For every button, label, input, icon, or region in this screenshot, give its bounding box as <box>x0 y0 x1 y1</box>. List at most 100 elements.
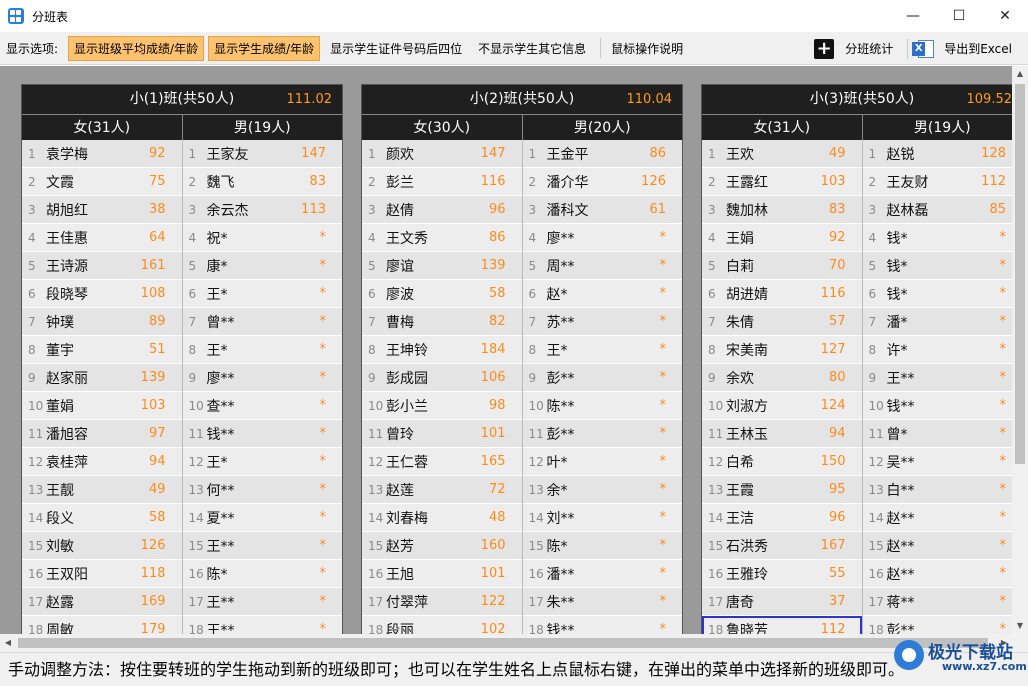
student-row[interactable]: 17 赵露 169 <box>22 588 182 616</box>
student-row[interactable]: 18 段丽 102 <box>362 616 522 634</box>
student-row[interactable]: 2 王露红 103 <box>702 168 862 196</box>
student-name[interactable]: 钱** <box>547 620 639 635</box>
student-name[interactable]: 文霞 <box>46 172 138 192</box>
student-row[interactable]: 8 许* * <box>862 336 1012 364</box>
student-name[interactable]: 彭** <box>547 368 639 388</box>
student-row[interactable]: 6 段晓琴 108 <box>22 280 182 308</box>
student-row[interactable]: 16 潘** * <box>522 560 682 588</box>
student-name[interactable]: 陈* <box>547 536 639 556</box>
student-row[interactable]: 8 王坤铃 184 <box>362 336 522 364</box>
student-row[interactable]: 3 余云杰 113 <box>182 196 342 224</box>
student-name[interactable]: 祝* <box>207 228 299 248</box>
student-name[interactable]: 彭小兰 <box>386 396 478 416</box>
student-name[interactable]: 陈* <box>207 564 299 584</box>
student-row[interactable]: 5 康* * <box>182 252 342 280</box>
student-row[interactable]: 13 余* * <box>522 476 682 504</box>
student-name[interactable]: 赵林磊 <box>887 200 979 220</box>
student-name[interactable]: 潘科文 <box>547 200 639 220</box>
horizontal-scrollbar[interactable]: ◀ ▶ <box>0 634 1012 652</box>
student-name[interactable]: 王** <box>887 368 979 388</box>
student-name[interactable]: 鲁晓芳 <box>726 620 818 635</box>
student-row[interactable]: 4 王佳惠 64 <box>22 224 182 252</box>
student-name[interactable]: 赵倩 <box>386 200 478 220</box>
student-name[interactable]: 曾* <box>887 424 979 444</box>
student-row[interactable]: 16 王雅玲 55 <box>702 560 862 588</box>
student-name[interactable]: 赵家丽 <box>46 368 138 388</box>
plus-icon[interactable]: + <box>814 38 835 59</box>
student-row[interactable]: 5 廖谊 139 <box>362 252 522 280</box>
student-row[interactable]: 15 赵芳 160 <box>362 532 522 560</box>
student-name[interactable]: 潘* <box>887 312 979 332</box>
student-row[interactable]: 4 祝* * <box>182 224 342 252</box>
student-name[interactable]: 赵芳 <box>386 536 478 556</box>
student-name[interactable]: 吴** <box>887 452 979 472</box>
hscroll-thumb[interactable] <box>18 638 988 648</box>
student-name[interactable]: 王娟 <box>726 228 818 248</box>
student-row[interactable]: 15 刘敏 126 <box>22 532 182 560</box>
export-excel-button[interactable]: 导出到Excel <box>938 36 1018 61</box>
student-row[interactable]: 12 袁桂萍 94 <box>22 448 182 476</box>
student-name[interactable]: 胡旭红 <box>46 200 138 220</box>
student-name[interactable]: 赵** <box>887 536 979 556</box>
student-row[interactable]: 17 朱** * <box>522 588 682 616</box>
student-row[interactable]: 17 蒋** * <box>862 588 1012 616</box>
student-name[interactable]: 白莉 <box>726 256 818 276</box>
scroll-left-icon[interactable]: ◀ <box>0 634 16 652</box>
student-row[interactable]: 16 陈* * <box>182 560 342 588</box>
student-row[interactable]: 14 赵** * <box>862 504 1012 532</box>
student-name[interactable]: 钟璞 <box>46 312 138 332</box>
show-student-score-button[interactable]: 显示学生成绩/年龄 <box>208 35 321 61</box>
show-class-average-button[interactable]: 显示班级平均成绩/年龄 <box>68 35 205 61</box>
student-row[interactable]: 4 王文秀 86 <box>362 224 522 252</box>
student-name[interactable]: 王诗源 <box>46 256 138 276</box>
mouse-help-button[interactable]: 鼠标操作说明 <box>605 36 689 61</box>
student-name[interactable]: 王金平 <box>547 144 639 164</box>
student-name[interactable]: 潘介华 <box>547 172 639 192</box>
student-row[interactable]: 3 魏加林 83 <box>702 196 862 224</box>
student-name[interactable]: 彭成园 <box>386 368 478 388</box>
student-row[interactable]: 1 王欢 49 <box>702 140 862 168</box>
student-row[interactable]: 14 段义 58 <box>22 504 182 532</box>
student-name[interactable]: 朱** <box>547 592 639 612</box>
student-name[interactable]: 周敏 <box>46 620 138 635</box>
student-name[interactable]: 王欢 <box>726 144 818 164</box>
student-row[interactable]: 18 鲁晓芳 112 <box>702 616 862 634</box>
excel-icon[interactable]: X <box>912 38 935 60</box>
student-name[interactable]: 廖** <box>207 368 299 388</box>
student-row[interactable]: 5 白莉 70 <box>702 252 862 280</box>
student-name[interactable]: 赵* <box>547 284 639 304</box>
student-row[interactable]: 13 王霞 95 <box>702 476 862 504</box>
student-row[interactable]: 6 胡进婧 116 <box>702 280 862 308</box>
student-row[interactable]: 11 曾玲 101 <box>362 420 522 448</box>
student-name[interactable]: 赵露 <box>46 592 138 612</box>
scroll-up-icon[interactable]: ▲ <box>1012 66 1028 82</box>
student-name[interactable]: 赵** <box>887 564 979 584</box>
student-name[interactable]: 王双阳 <box>46 564 138 584</box>
student-row[interactable]: 1 赵锐 128 <box>862 140 1012 168</box>
student-row[interactable]: 8 王* * <box>522 336 682 364</box>
student-name[interactable]: 潘** <box>547 564 639 584</box>
student-row[interactable]: 12 白希 150 <box>702 448 862 476</box>
student-name[interactable]: 刘春梅 <box>386 508 478 528</box>
student-row[interactable]: 7 曾** * <box>182 308 342 336</box>
student-name[interactable]: 王** <box>207 620 299 635</box>
student-row[interactable]: 6 廖波 58 <box>362 280 522 308</box>
student-name[interactable]: 王露红 <box>726 172 818 192</box>
student-row[interactable]: 18 钱** * <box>522 616 682 635</box>
student-name[interactable]: 段丽 <box>386 620 478 635</box>
student-name[interactable]: 曾玲 <box>386 424 478 444</box>
student-name[interactable]: 王林玉 <box>726 424 818 444</box>
student-name[interactable]: 陈** <box>547 396 639 416</box>
student-row[interactable]: 9 彭** * <box>522 364 682 392</box>
student-name[interactable]: 夏** <box>207 508 299 528</box>
student-row[interactable]: 17 唐奇 37 <box>702 588 862 616</box>
student-name[interactable]: 彭** <box>547 424 639 444</box>
student-row[interactable]: 10 董娟 103 <box>22 392 182 420</box>
student-row[interactable]: 10 陈** * <box>522 392 682 420</box>
student-row[interactable]: 8 宋美南 127 <box>702 336 862 364</box>
student-row[interactable]: 13 白** * <box>862 476 1012 504</box>
close-icon[interactable]: ✕ <box>982 0 1028 32</box>
student-name[interactable]: 钱** <box>207 424 299 444</box>
student-row[interactable]: 17 付翠萍 122 <box>362 588 522 616</box>
student-name[interactable]: 余欢 <box>726 368 818 388</box>
